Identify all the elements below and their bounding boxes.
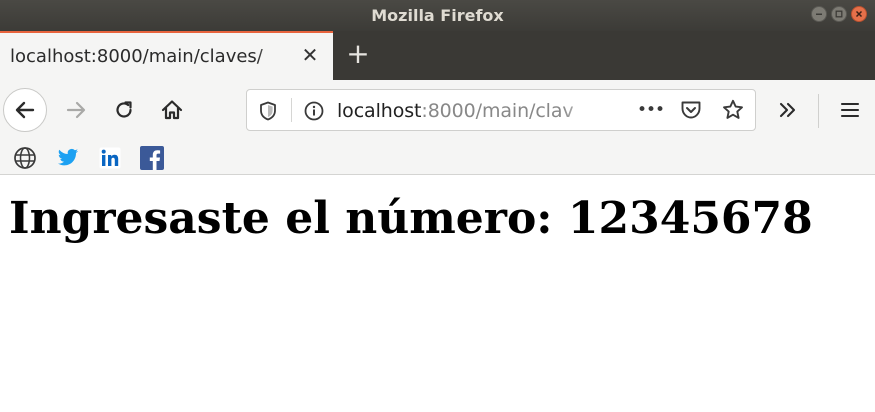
tab-close-button[interactable]: ✕ <box>301 43 319 67</box>
back-button[interactable] <box>3 88 47 132</box>
url-input[interactable]: localhost:8000/main/clav <box>337 98 602 124</box>
new-tab-button[interactable]: + <box>343 40 373 70</box>
bookmark-facebook[interactable] <box>139 145 165 171</box>
url-separator <box>291 98 292 122</box>
close-tab-icon: ✕ <box>301 43 319 67</box>
reload-button[interactable] <box>102 88 146 132</box>
more-dots-icon: ••• <box>637 100 665 120</box>
page-actions-button[interactable]: ••• <box>637 98 665 122</box>
arrow-left-icon <box>15 101 35 119</box>
double-chevron-right-icon <box>779 102 796 118</box>
plus-icon: + <box>346 37 370 70</box>
linkedin-icon <box>99 147 121 169</box>
bookmark-twitter[interactable] <box>55 145 81 171</box>
tab-strip: localhost:8000/main/claves/ ✕ + <box>0 31 875 80</box>
app-menu-button[interactable] <box>828 88 872 132</box>
facebook-icon <box>140 146 164 170</box>
minimize-button[interactable] <box>811 6 827 22</box>
maximize-icon <box>835 10 843 18</box>
window-titlebar: Mozilla Firefox <box>0 0 875 31</box>
tracking-protection-shield-icon[interactable] <box>257 100 279 126</box>
url-host: localhost <box>337 100 422 122</box>
home-icon <box>161 100 183 120</box>
page-content: Ingresaste el número: 12345678 <box>0 175 875 412</box>
minimize-icon <box>816 13 822 15</box>
site-info-icon[interactable] <box>303 100 325 126</box>
bookmarks-toolbar <box>0 141 875 175</box>
reload-icon <box>116 101 132 118</box>
window-controls <box>811 6 867 22</box>
url-path: :8000/main/clav <box>421 100 574 122</box>
bookmark-star-icon[interactable] <box>721 98 745 126</box>
toolbar-separator <box>818 94 819 128</box>
globe-icon <box>14 147 36 169</box>
url-bar[interactable]: localhost:8000/main/clav ••• <box>246 89 756 131</box>
page-heading: Ingresaste el número: 12345678 <box>9 193 813 244</box>
bookmark-linkedin[interactable] <box>97 145 123 171</box>
window-title: Mozilla Firefox <box>371 6 504 25</box>
arrow-right-icon <box>66 101 86 119</box>
twitter-icon <box>57 148 79 166</box>
forward-button[interactable] <box>54 88 98 132</box>
pocket-icon[interactable] <box>679 99 703 125</box>
bookmark-globe[interactable] <box>12 145 38 171</box>
close-window-button[interactable] <box>851 6 867 22</box>
toolbar-overflow-button[interactable] <box>766 88 810 132</box>
home-button[interactable] <box>150 88 194 132</box>
tab-active[interactable]: localhost:8000/main/claves/ ✕ <box>0 31 333 80</box>
tab-title: localhost:8000/main/claves/ <box>10 46 263 67</box>
hamburger-menu-icon <box>840 102 860 118</box>
close-icon <box>855 10 863 18</box>
maximize-button[interactable] <box>831 6 847 22</box>
navigation-toolbar: localhost:8000/main/clav ••• <box>0 80 875 141</box>
